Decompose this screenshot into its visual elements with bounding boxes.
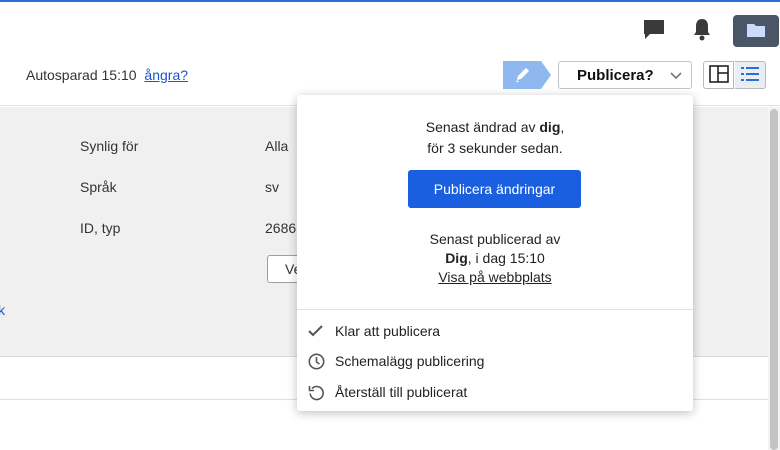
language-value: sv [265,179,279,195]
scrollbar[interactable] [768,107,780,450]
revert-icon [307,383,325,401]
split-view-button[interactable] [703,61,734,89]
top-header [0,2,780,48]
id-type-value: 2686 [265,220,297,236]
edge-link[interactable]: k [0,302,5,318]
autosave-text: Autosparad 15:10 [26,67,137,83]
list-view-button[interactable] [735,61,766,89]
id-type-label: ID, typ [80,220,121,236]
folder-icon [746,22,766,41]
published-by: Dig [445,250,468,266]
publish-select[interactable]: Publicera? [558,61,692,89]
last-published-info: Senast publicerad av Dig, i dag 15:10 Vi… [297,230,693,287]
published-time: , i dag 15:10 [467,250,545,266]
clock-icon [307,352,325,370]
undo-link[interactable]: ångra? [144,67,188,83]
ready-to-publish-item[interactable]: Klar att publicera [307,318,683,344]
bell-icon[interactable] [689,16,715,42]
changed-time: för 3 sekunder sedan. [427,140,563,156]
chat-icon[interactable] [641,16,667,42]
folder-button[interactable] [733,15,779,47]
split-view-icon [708,64,729,86]
language-label: Språk [80,179,117,195]
schedule-publish-label: Schemalägg publicering [335,353,485,369]
chevron-down-icon [669,68,683,85]
visible-for-label: Synlig för [80,138,139,154]
visible-for-value: Alla [265,138,289,154]
publish-select-label: Publicera? [577,67,654,84]
last-changed-info: Senast ändrad av dig, för 3 sekunder sed… [297,117,693,159]
ready-to-publish-label: Klar att publicera [335,323,441,339]
check-icon [307,322,325,340]
publish-popover: Senast ändrad av dig, för 3 sekunder sed… [297,95,693,411]
scrollbar-thumb[interactable] [770,109,778,450]
changed-prefix: Senast ändrad av [425,119,540,135]
published-line1: Senast publicerad av [429,231,561,247]
changed-suffix: , [560,119,565,135]
view-on-website-link[interactable]: Visa på webbplats [438,269,551,285]
revert-to-published-item[interactable]: Återställ till publicerat [307,379,683,405]
list-view-icon [741,66,759,85]
popover-divider [297,309,693,310]
edit-mode-tag[interactable] [503,61,551,89]
changed-by: dig [539,119,561,135]
schedule-publish-item[interactable]: Schemalägg publicering [307,348,683,374]
publish-changes-button[interactable]: Publicera ändringar [408,170,581,208]
autosave-status: Autosparad 15:10 ångra? [26,67,188,83]
revert-to-published-label: Återställ till publicerat [335,384,468,400]
